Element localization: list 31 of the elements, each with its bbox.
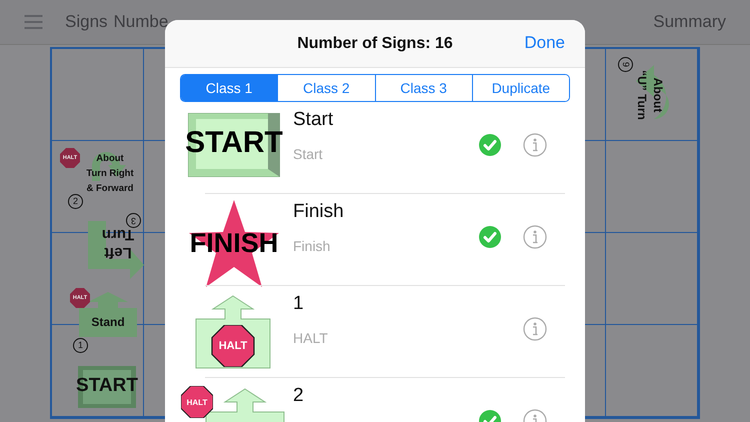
nav-link[interactable]: Signs (65, 12, 108, 32)
sign-text: START (184, 128, 284, 158)
sign-name: Finish (293, 201, 345, 223)
stop-sign-icon (211, 325, 255, 367)
sign-subtitle: HALT (293, 329, 329, 347)
sign-name: 2 (293, 385, 305, 407)
nav-link[interactable]: Numbe (114, 12, 168, 32)
start-sign: START (78, 366, 136, 408)
stop-sign-icon (70, 288, 90, 308)
sign-subtitle: Finish (293, 237, 332, 255)
menu-icon[interactable] (24, 15, 43, 29)
sign-text: HALT (186, 398, 208, 406)
info-icon[interactable] (523, 225, 547, 249)
about-turn-sign: About Turn Right & Forward (85, 150, 135, 196)
sign-name: Start (293, 109, 334, 131)
dialog-title: Number of Signs: 16 (297, 34, 453, 52)
step-number: 9 (618, 57, 633, 72)
sign-text: HALT (218, 340, 248, 352)
summary-link[interactable]: Summary (653, 12, 726, 32)
info-icon[interactable] (523, 317, 547, 341)
sign-name: 1 (293, 293, 305, 315)
done-button[interactable]: Done (524, 31, 565, 55)
stop-sign-icon (181, 386, 213, 418)
info-icon[interactable] (523, 133, 547, 157)
step-number: 1 (73, 338, 88, 353)
class-tab[interactable]: Class 1 (181, 75, 278, 101)
step-number: 2 (68, 194, 83, 209)
sign-subtitle: Start (293, 145, 324, 163)
step-number: 3 (126, 213, 141, 228)
class-tab[interactable]: Duplicate (472, 75, 569, 101)
stop-sign-icon (60, 148, 80, 168)
